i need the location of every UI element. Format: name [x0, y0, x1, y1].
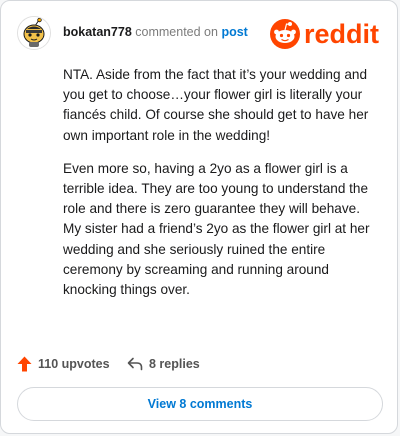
replies-button[interactable]: 8 replies	[127, 353, 200, 375]
reddit-logo[interactable]: reddit	[269, 18, 383, 50]
snoo-logo-icon	[270, 19, 300, 49]
comment-paragraph: NTA. Aside from the fact that it’s your …	[63, 67, 369, 143]
reddit-wordmark: reddit	[304, 19, 379, 49]
comment-paragraph: Even more so, having a 2yo as a flower g…	[63, 160, 370, 298]
upvote-button[interactable]: 110 upvotes	[17, 353, 110, 375]
replies-count: 8 replies	[149, 357, 200, 371]
upvote-arrow-icon	[17, 356, 32, 372]
commented-on-text: commented on	[135, 25, 218, 39]
view-comments-button[interactable]: View 8 comments	[17, 387, 383, 421]
user-avatar[interactable]	[17, 16, 51, 50]
comment-header: bokatan778 commented on post reddit	[17, 16, 383, 52]
snoo-avatar-icon	[18, 17, 50, 49]
comment-actions: 110 upvotes 8 replies	[17, 353, 383, 375]
comment-body: NTA. Aside from the fact that it’s your …	[63, 65, 381, 313]
post-link[interactable]: post	[221, 25, 247, 39]
reply-arrow-icon	[127, 357, 143, 371]
comment-card: bokatan778 commented on post reddit NTA.…	[0, 0, 398, 434]
comment-meta: bokatan778 commented on post	[63, 25, 248, 39]
username-link[interactable]: bokatan778	[63, 25, 132, 39]
upvote-count: 110 upvotes	[38, 357, 110, 371]
